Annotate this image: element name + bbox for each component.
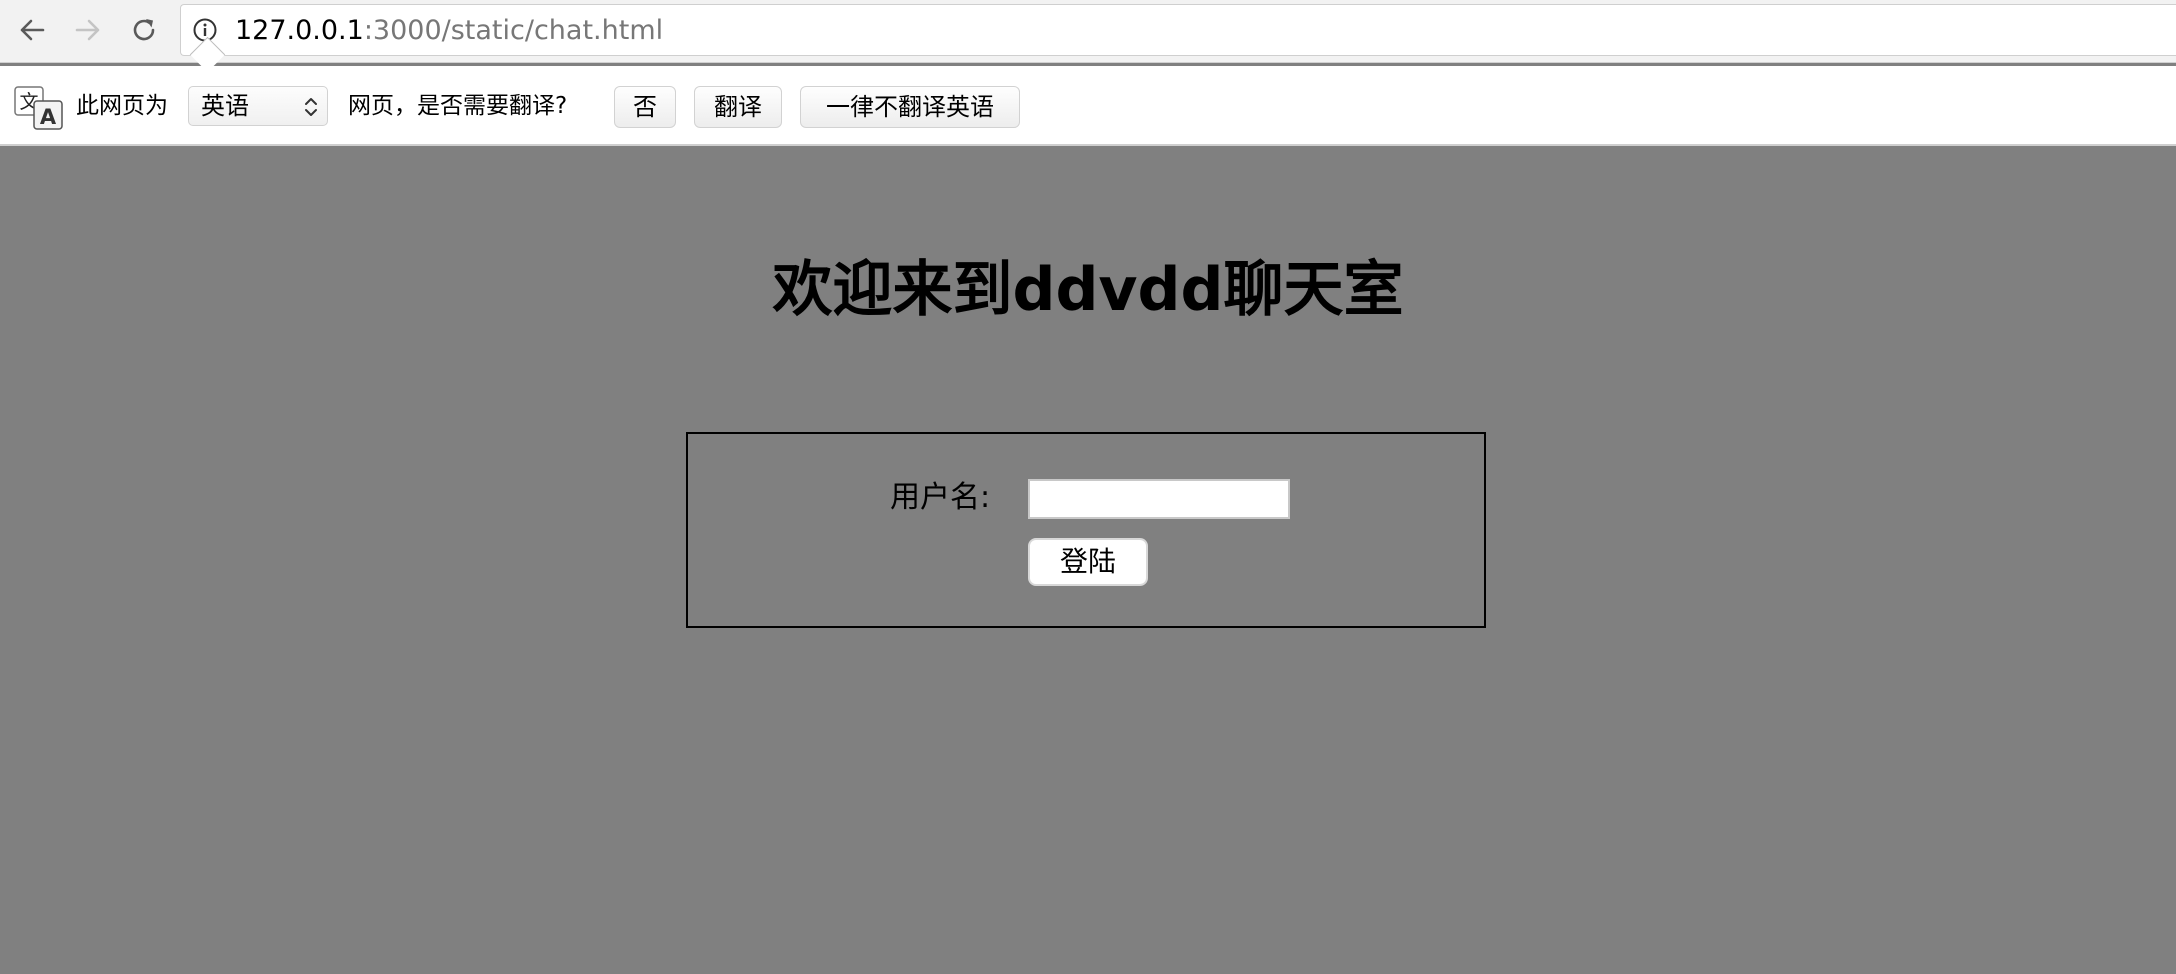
- never-translate-button[interactable]: 一律不翻译英语: [800, 86, 1020, 128]
- translate-bar: 文 A 此网页为 英语 网页，是否需要翻译? 否 翻译 一律不翻译英语: [0, 66, 2176, 146]
- reload-button[interactable]: [124, 10, 164, 50]
- login-form: 用户名: 登陆: [686, 432, 1486, 628]
- translate-icon: 文 A: [14, 86, 63, 130]
- translate-icon-glyph-bottom: A: [40, 105, 57, 129]
- back-button[interactable]: [12, 10, 52, 50]
- no-translate-button[interactable]: 否: [614, 86, 676, 128]
- browser-window: 127.0.0.1:3000/static/chat.html 文 A 此网页为…: [0, 0, 2176, 974]
- url-text[interactable]: 127.0.0.1:3000/static/chat.html: [235, 5, 663, 57]
- url-host: 127.0.0.1: [235, 15, 364, 46]
- address-bar[interactable]: 127.0.0.1:3000/static/chat.html: [180, 4, 2176, 56]
- url-path: :3000/static/chat.html: [363, 15, 664, 46]
- page-title: 欢迎来到ddvdd聊天室: [772, 255, 1404, 325]
- language-select[interactable]: 英语: [188, 86, 328, 126]
- translate-prefix-text: 此网页为: [76, 93, 168, 119]
- username-input[interactable]: [1028, 479, 1290, 519]
- forward-button[interactable]: [68, 10, 108, 50]
- login-button[interactable]: 登陆: [1028, 538, 1148, 586]
- translate-question-text: 网页，是否需要翻译?: [348, 93, 568, 119]
- arrow-left-icon: [20, 19, 45, 41]
- language-select-value: 英语: [201, 92, 249, 120]
- reload-icon: [133, 19, 155, 41]
- username-label: 用户名:: [890, 480, 991, 515]
- translate-button[interactable]: 翻译: [694, 86, 782, 128]
- select-updown-icon: [305, 98, 317, 116]
- arrow-right-icon: [75, 19, 100, 41]
- browser-toolbar: 127.0.0.1:3000/static/chat.html: [0, 0, 2176, 63]
